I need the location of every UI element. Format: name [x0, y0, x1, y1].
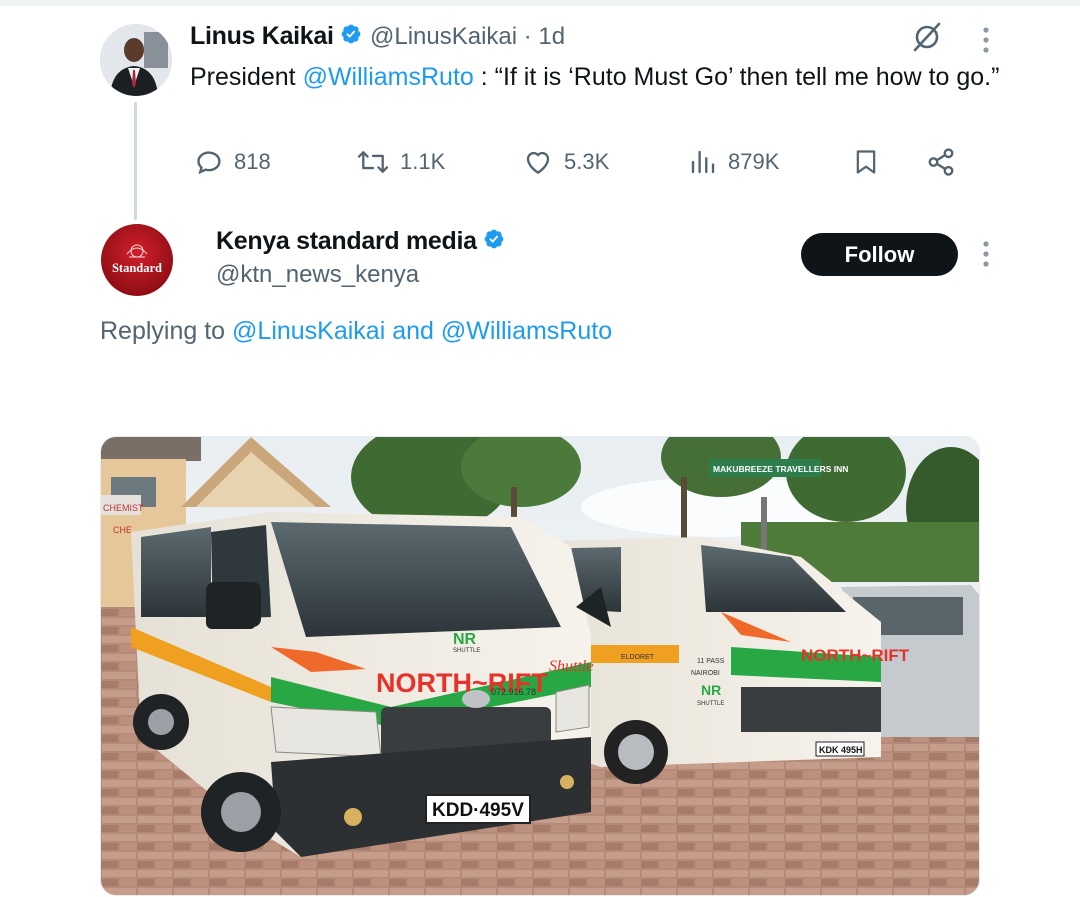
- building-sign-2: CHE: [113, 525, 132, 535]
- tweet1-author[interactable]: Linus Kaikai: [190, 22, 362, 52]
- van-phone: 072.916.78: [491, 687, 536, 697]
- van-front-logo-sub: SHUTTLE: [453, 648, 480, 654]
- reply-icon: [197, 151, 221, 175]
- bookmark-icon: [856, 150, 876, 174]
- van-rear-brand: NORTH~RIFT: [801, 646, 910, 665]
- repost-count: 1.1K: [400, 149, 446, 174]
- share-icon: [928, 148, 954, 176]
- replying-mention-2[interactable]: @WilliamsRuto: [441, 317, 612, 345]
- repost-button[interactable]: 1.1K: [356, 146, 445, 178]
- replying-mention-1[interactable]: @LinusKaikai: [232, 317, 385, 345]
- share-button[interactable]: [926, 146, 966, 178]
- van-front-brand-script: Shuttle: [549, 658, 593, 675]
- van-front: NORTH~RIFT Shuttle 072.916.78 NR SHUTTLE…: [131, 512, 611, 857]
- like-count: 5.3K: [564, 149, 610, 174]
- views-button[interactable]: 879K: [688, 146, 779, 178]
- van-rear-logo-sub: SHUTTLE: [697, 701, 724, 707]
- van-door-text-1: ELDORET: [621, 654, 655, 661]
- like-button[interactable]: 5.3K: [522, 146, 609, 178]
- tweet1-author-name[interactable]: Linus Kaikai: [190, 22, 334, 50]
- van-front-logo: NR: [453, 631, 477, 648]
- building-sign-1: CHEMIST: [103, 503, 144, 513]
- repost-icon: [357, 151, 389, 173]
- views-count: 879K: [728, 149, 780, 174]
- tweet-photo[interactable]: CHEMIST CHE MAKUBREEZE TRAVELLERS INN NO…: [100, 436, 980, 896]
- replying-and[interactable]: and: [385, 317, 441, 345]
- tweet2-author-name[interactable]: Kenya standard media: [216, 227, 477, 255]
- tweet2-handle[interactable]: @ktn_news_kenya: [216, 261, 419, 289]
- mention-link[interactable]: @WilliamsRuto: [303, 63, 474, 91]
- plate-front: KDD·495V: [432, 800, 524, 821]
- thread-connector: [134, 102, 137, 220]
- van-rear-logo: NR: [701, 682, 721, 698]
- top-divider: [0, 0, 1080, 6]
- hotel-sign-text: MAKUBREEZE TRAVELLERS INN: [713, 464, 848, 474]
- reply-button[interactable]: 818: [194, 146, 271, 178]
- tweet1-text: President @WilliamsRuto : “If it is ‘Rut…: [190, 60, 1010, 95]
- avatar-standard-media[interactable]: Standard: [101, 224, 173, 296]
- tweet2-author[interactable]: Kenya standard media: [216, 227, 505, 257]
- more-icon[interactable]: [976, 238, 996, 270]
- follow-button[interactable]: Follow: [801, 233, 958, 276]
- van-door-text-3: 11 PASS: [697, 658, 725, 665]
- plate-rear: KDK 495H: [819, 745, 863, 755]
- verified-badge-icon: [483, 228, 505, 257]
- avatar-linus-kaikai[interactable]: [100, 24, 172, 96]
- replying-to: Replying to @LinusKaikai and @WilliamsRu…: [100, 317, 612, 346]
- verified-badge-icon: [340, 23, 362, 52]
- tweet1-handle-time[interactable]: @LinusKaikai · 1d: [370, 23, 565, 51]
- tweet1-text-prefix: President: [190, 63, 303, 91]
- views-icon: [691, 150, 715, 174]
- more-icon[interactable]: [976, 24, 996, 56]
- like-icon: [526, 151, 550, 175]
- van-door-text-2: NAIROBI: [691, 670, 720, 677]
- tweet1-text-body: : “If it is ‘Ruto Must Go’ then tell me …: [473, 63, 1000, 91]
- replying-prefix: Replying to: [100, 317, 233, 345]
- grok-icon[interactable]: [910, 20, 944, 54]
- avatar-standard-text: Standard: [112, 261, 162, 275]
- reply-count: 818: [234, 149, 271, 174]
- bookmark-button[interactable]: [852, 146, 890, 178]
